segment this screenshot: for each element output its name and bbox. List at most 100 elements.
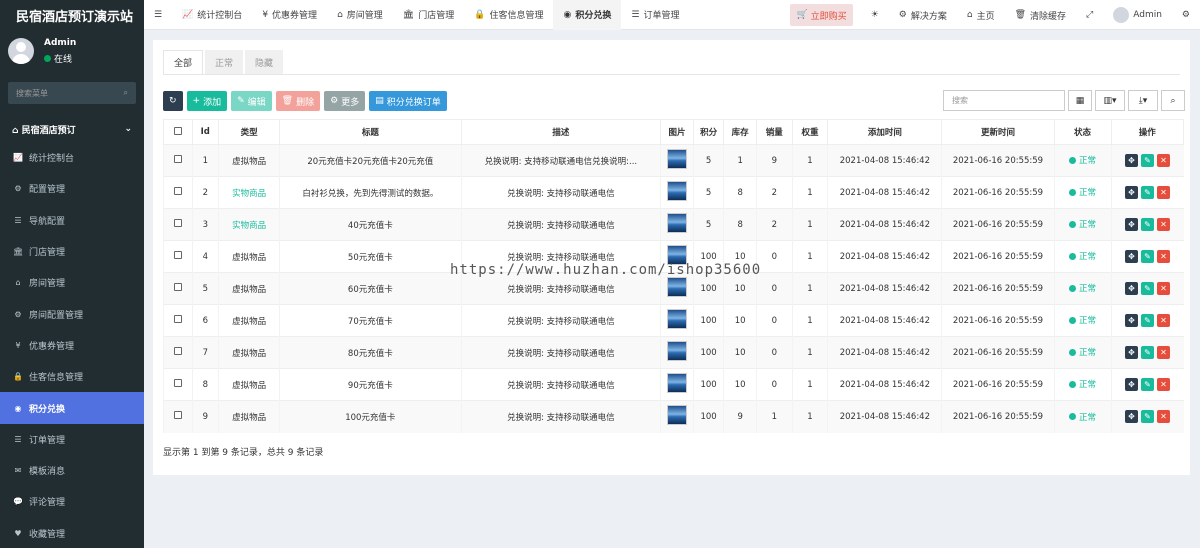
- sidebar-item-10[interactable]: ✉ 模板消息: [0, 455, 144, 486]
- row-delete-button[interactable]: ✕: [1157, 410, 1171, 424]
- orders-button[interactable]: ▤ 积分兑换订单: [369, 91, 447, 111]
- drag-handle-button[interactable]: ✥: [1125, 154, 1139, 167]
- row-edit-button[interactable]: ✎: [1141, 378, 1155, 391]
- row-select-cell[interactable]: [163, 368, 193, 401]
- row-delete-button[interactable]: ✕: [1157, 250, 1171, 263]
- refresh-button[interactable]: ↻: [163, 91, 183, 111]
- status-badge[interactable]: 正常: [1069, 282, 1096, 294]
- product-thumbnail[interactable]: [667, 341, 688, 361]
- sidebar-item-3[interactable]: 🏛 门店管理: [0, 236, 144, 267]
- export-button[interactable]: ⤓▾: [1128, 90, 1158, 111]
- product-thumbnail[interactable]: [667, 373, 688, 393]
- settings-button[interactable]: ⚙: [1172, 0, 1200, 30]
- status-badge[interactable]: 正常: [1069, 346, 1096, 358]
- row-delete-button[interactable]: ✕: [1157, 218, 1171, 231]
- row-select-cell[interactable]: [163, 240, 193, 273]
- drag-handle-button[interactable]: ✥: [1125, 186, 1139, 199]
- status-badge[interactable]: 正常: [1069, 250, 1096, 262]
- product-thumbnail[interactable]: [667, 309, 688, 329]
- status-badge[interactable]: 正常: [1069, 218, 1096, 230]
- cell-type[interactable]: 虚拟物品: [218, 336, 280, 369]
- row-edit-button[interactable]: ✎: [1141, 186, 1155, 199]
- top-nav-item-5[interactable]: ◉ 积分兑换: [553, 0, 622, 30]
- sidebar-search-input[interactable]: 搜索菜单 ⌕: [8, 82, 136, 104]
- tab-all[interactable]: 全部: [163, 50, 204, 74]
- sidebar-item-11[interactable]: 💬 评论管理: [0, 486, 144, 517]
- cell-type[interactable]: 虚拟物品: [218, 400, 280, 433]
- row-delete-button[interactable]: ✕: [1157, 154, 1171, 167]
- top-nav-item-3[interactable]: 🏛 门店管理: [393, 0, 464, 30]
- row-checkbox[interactable]: [173, 155, 182, 163]
- row-checkbox[interactable]: [173, 411, 182, 420]
- drag-handle-button[interactable]: ✥: [1125, 314, 1139, 327]
- search-toggle-button[interactable]: ⌕: [1161, 90, 1185, 111]
- row-checkbox[interactable]: [173, 187, 182, 195]
- row-edit-button[interactable]: ✎: [1141, 346, 1155, 359]
- sidebar-item-12[interactable]: ♥ 收藏管理: [0, 518, 144, 548]
- table-row[interactable]: 7 虚拟物品 80元充值卡 兑换说明: 支持移动联通电信 100 10 0 1 2021-04-…: [163, 336, 1184, 369]
- drag-handle-button[interactable]: ✥: [1125, 378, 1139, 391]
- row-edit-button[interactable]: ✎: [1141, 154, 1155, 167]
- header-image[interactable]: 图片: [660, 119, 694, 145]
- table-row[interactable]: 3 实物商品 40元充值卡 兑换说明: 支持移动联通电信 5 8 2 1 2021-04-08 …: [163, 208, 1184, 241]
- header-status[interactable]: 状态: [1053, 119, 1112, 145]
- status-badge[interactable]: 正常: [1069, 378, 1096, 390]
- header-weight[interactable]: 权重: [791, 119, 829, 145]
- columns-button[interactable]: ▥▾: [1095, 90, 1125, 111]
- row-select-cell[interactable]: [163, 272, 193, 305]
- status-badge[interactable]: 正常: [1069, 314, 1096, 326]
- sidebar-menu-head[interactable]: ⌂ 民宿酒店预订 ⌄: [0, 116, 144, 142]
- row-delete-button[interactable]: ✕: [1157, 314, 1171, 327]
- product-thumbnail[interactable]: [667, 405, 688, 426]
- cell-type[interactable]: 实物商品: [218, 208, 280, 241]
- row-edit-button[interactable]: ✎: [1141, 410, 1155, 424]
- tab-normal[interactable]: 正常: [205, 50, 244, 74]
- header-desc[interactable]: 描述: [460, 119, 662, 145]
- top-nav-item-1[interactable]: ¥ 优惠券管理: [252, 0, 327, 30]
- select-all-cell[interactable]: [163, 119, 193, 145]
- drag-handle-button[interactable]: ✥: [1125, 346, 1139, 359]
- row-checkbox[interactable]: [173, 315, 182, 323]
- status-badge[interactable]: 正常: [1069, 411, 1096, 423]
- product-thumbnail[interactable]: [667, 149, 688, 169]
- edit-button[interactable]: ✎ 编辑: [231, 91, 272, 111]
- table-row[interactable]: 1 虚拟物品 20元充值卡20元充值卡20元充值 兑换说明: 支持移动联通电信兑换说明…: [163, 144, 1184, 177]
- table-row[interactable]: 2 实物商品 白衬衫兑换，先到先得测试的数据。 兑换说明: 支持移动联通电信 5 8 2 1 2…: [163, 176, 1184, 209]
- sidebar-item-8[interactable]: ◉ 积分兑换: [0, 392, 144, 424]
- row-select-cell[interactable]: [163, 400, 193, 433]
- row-select-cell[interactable]: [163, 176, 193, 209]
- cell-type[interactable]: 虚拟物品: [218, 240, 280, 273]
- cell-type[interactable]: 虚拟物品: [218, 144, 280, 177]
- theme-toggle-button[interactable]: ☀: [861, 0, 889, 30]
- select-all-checkbox[interactable]: [173, 126, 182, 135]
- table-row[interactable]: 8 虚拟物品 90元充值卡 兑换说明: 支持移动联通电信 100 10 0 1 2021-04-…: [163, 368, 1184, 401]
- row-select-cell[interactable]: [163, 336, 193, 369]
- header-title[interactable]: 标题: [279, 119, 462, 145]
- menu-toggle-button[interactable]: ☰: [144, 0, 172, 30]
- sidebar-item-0[interactable]: 📈 统计控制台: [0, 142, 144, 173]
- drag-handle-button[interactable]: ✥: [1125, 282, 1139, 295]
- top-nav-item-6[interactable]: ☰ 订单管理: [621, 0, 689, 30]
- row-checkbox[interactable]: [173, 283, 182, 291]
- top-nav-item-0[interactable]: 📈 统计控制台: [172, 0, 252, 30]
- cell-type[interactable]: 虚拟物品: [218, 304, 280, 337]
- status-badge[interactable]: 正常: [1069, 154, 1096, 166]
- sidebar-item-6[interactable]: ¥ 优惠券管理: [0, 330, 144, 361]
- cell-type[interactable]: 虚拟物品: [218, 368, 280, 401]
- table-search-input[interactable]: 搜索: [943, 90, 1065, 111]
- row-select-cell[interactable]: [163, 304, 193, 337]
- toggle-view-button[interactable]: ▦: [1068, 90, 1092, 111]
- sidebar-item-9[interactable]: ☰ 订单管理: [0, 424, 144, 455]
- row-edit-button[interactable]: ✎: [1141, 314, 1155, 327]
- header-type[interactable]: 类型: [218, 119, 281, 145]
- drag-handle-button[interactable]: ✥: [1125, 218, 1139, 231]
- header-created[interactable]: 添加时间: [827, 119, 943, 145]
- user-menu[interactable]: Admin: [1103, 0, 1172, 30]
- tab-hidden[interactable]: 隐藏: [245, 50, 284, 74]
- cell-type[interactable]: 虚拟物品: [218, 272, 280, 305]
- row-delete-button[interactable]: ✕: [1157, 378, 1171, 391]
- top-nav-item-2[interactable]: ⌂ 房间管理: [327, 0, 393, 30]
- sidebar-item-2[interactable]: ☰ 导航配置: [0, 205, 144, 236]
- header-id[interactable]: Id: [191, 119, 220, 145]
- row-checkbox[interactable]: [173, 251, 182, 259]
